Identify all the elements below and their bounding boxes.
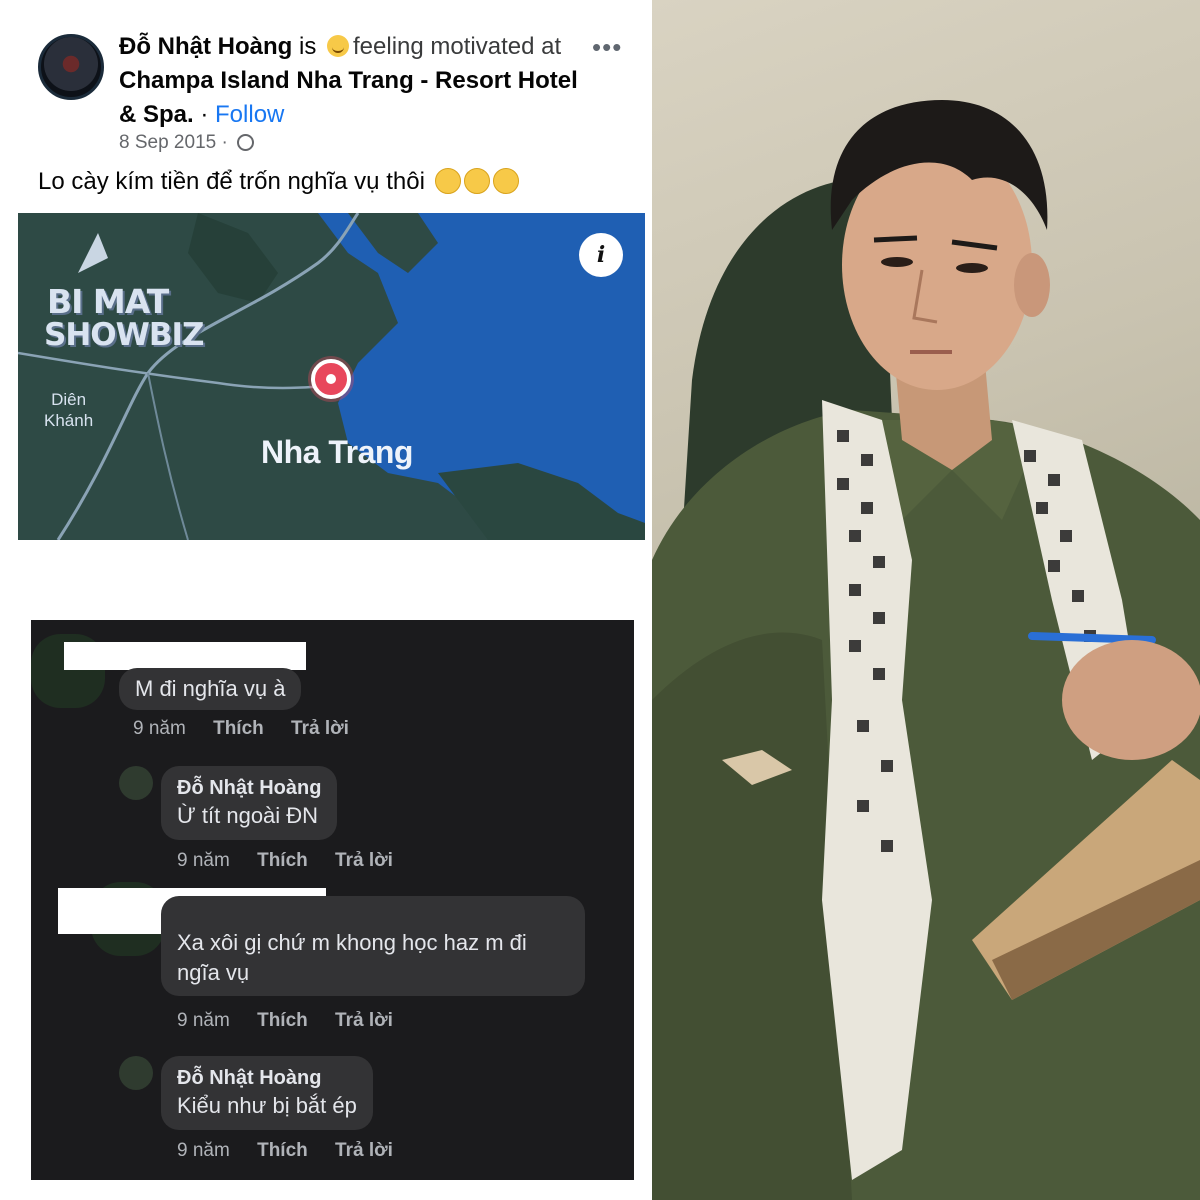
comment-text-line2: ngĩa vụ — [177, 960, 250, 985]
portrait-photo — [652, 0, 1200, 1200]
reply-link[interactable]: Trả lời — [291, 718, 349, 739]
like-link[interactable]: Thích — [257, 1140, 308, 1161]
post-caption: Lo cày kím tiền để trốn nghĩa vụ thôi — [38, 168, 519, 196]
map-watermark: BI MAT SHOWBIZ — [44, 282, 204, 353]
caption-text: Lo cày kím tiền để trốn nghĩa vụ thôi — [38, 168, 425, 195]
comment-time: 9 năm — [133, 718, 186, 739]
comment-author[interactable]: Đỗ Nhật Hoàng — [177, 775, 321, 801]
location-pin-icon[interactable] — [311, 359, 351, 399]
reply-link[interactable]: Trả lời — [335, 1010, 393, 1031]
comment-author[interactable]: Đỗ Nhật Hoàng — [177, 1065, 357, 1091]
comment-text: M đi nghĩa vụ à — [135, 676, 286, 701]
comments-screenshot: M đi nghĩa vụ à 9 năm Thích Trả lời Đỗ N… — [31, 620, 634, 1180]
globe-icon — [237, 134, 255, 151]
follow-link[interactable]: Follow — [215, 101, 284, 128]
post-header: Đỗ Nhật Hoàng is feeling motivated at Ch… — [119, 30, 589, 132]
location-map[interactable]: BI MAT SHOWBIZ Diên Khánh Nha Trang i — [18, 213, 645, 540]
like-link[interactable]: Thích — [257, 850, 308, 871]
commenter-avatar[interactable] — [119, 1056, 153, 1090]
comment-time: 9 năm — [177, 1140, 230, 1161]
place-link[interactable]: Champa Island Nha Trang - Resort Hotel &… — [119, 67, 578, 128]
like-link[interactable]: Thích — [257, 1010, 308, 1031]
date-separator: · — [216, 132, 234, 153]
redacted-name — [64, 642, 306, 670]
comment-bubble: Đỗ Nhật Hoàng Ừ tít ngoài ĐN — [161, 766, 338, 840]
map-label-nha-trang: Nha Trang — [261, 434, 413, 470]
map-label-line2: Khánh — [44, 411, 94, 430]
reply-link[interactable]: Trả lời — [335, 1140, 393, 1161]
comment-bubble: M đi nghĩa vụ à — [119, 668, 302, 710]
like-link[interactable]: Thích — [213, 718, 264, 739]
author-name[interactable]: Đỗ Nhật Hoàng — [119, 33, 292, 60]
comment-bubble: Đỗ Nhật Hoàng Kiểu như bị bắt ép — [161, 1056, 373, 1130]
commenter-avatar[interactable] — [119, 766, 153, 800]
post-date[interactable]: 8 Sep 2015 — [119, 132, 216, 153]
more-options-icon[interactable]: ••• — [592, 32, 622, 63]
watermark-line2: SHOWBIZ — [44, 317, 204, 353]
author-avatar[interactable] — [38, 34, 104, 100]
map-label-line1: Diên — [51, 390, 87, 409]
facebook-post: Đỗ Nhật Hoàng is feeling motivated at Ch… — [0, 0, 652, 610]
comment-time: 9 năm — [177, 850, 230, 871]
is-text: is — [299, 33, 317, 60]
info-icon[interactable]: i — [579, 233, 623, 277]
comment-text: Ừ tít ngoài ĐN — [177, 803, 319, 828]
reply-link[interactable]: Trả lời — [335, 850, 393, 871]
comment-actions: 9 năm Thích Trả lời — [177, 1140, 415, 1162]
portrait-illustration — [652, 100, 1200, 1200]
laugh-emoji-icon — [492, 168, 519, 194]
comment-actions: 9 năm Thích Trả lời — [177, 1010, 415, 1032]
comment-text-line1: Xa xôi gị chứ m khong học haz m đi — [177, 930, 527, 955]
comment-bubble: Xa xôi gị chứ m khong học haz m đi ngĩa … — [161, 896, 585, 996]
comment-time: 9 năm — [177, 1010, 230, 1031]
feeling-text: feeling motivated — [353, 33, 535, 60]
watermark-line1: BI MAT — [47, 282, 169, 321]
comment-actions: 9 năm Thích Trả lời — [133, 718, 371, 740]
comment-actions: 9 năm Thích Trả lời — [177, 850, 415, 872]
comment-text: Kiểu như bị bắt ép — [177, 1093, 357, 1118]
laugh-emoji-icon — [463, 168, 490, 194]
laugh-emoji-icon — [434, 168, 461, 194]
follow-separator: · — [193, 101, 216, 128]
map-label-dien-khanh: Diên Khánh — [44, 389, 93, 431]
smile-emoji-icon — [327, 35, 350, 57]
at-text: at — [541, 33, 562, 60]
post-meta: 8 Sep 2015 · — [119, 132, 255, 154]
